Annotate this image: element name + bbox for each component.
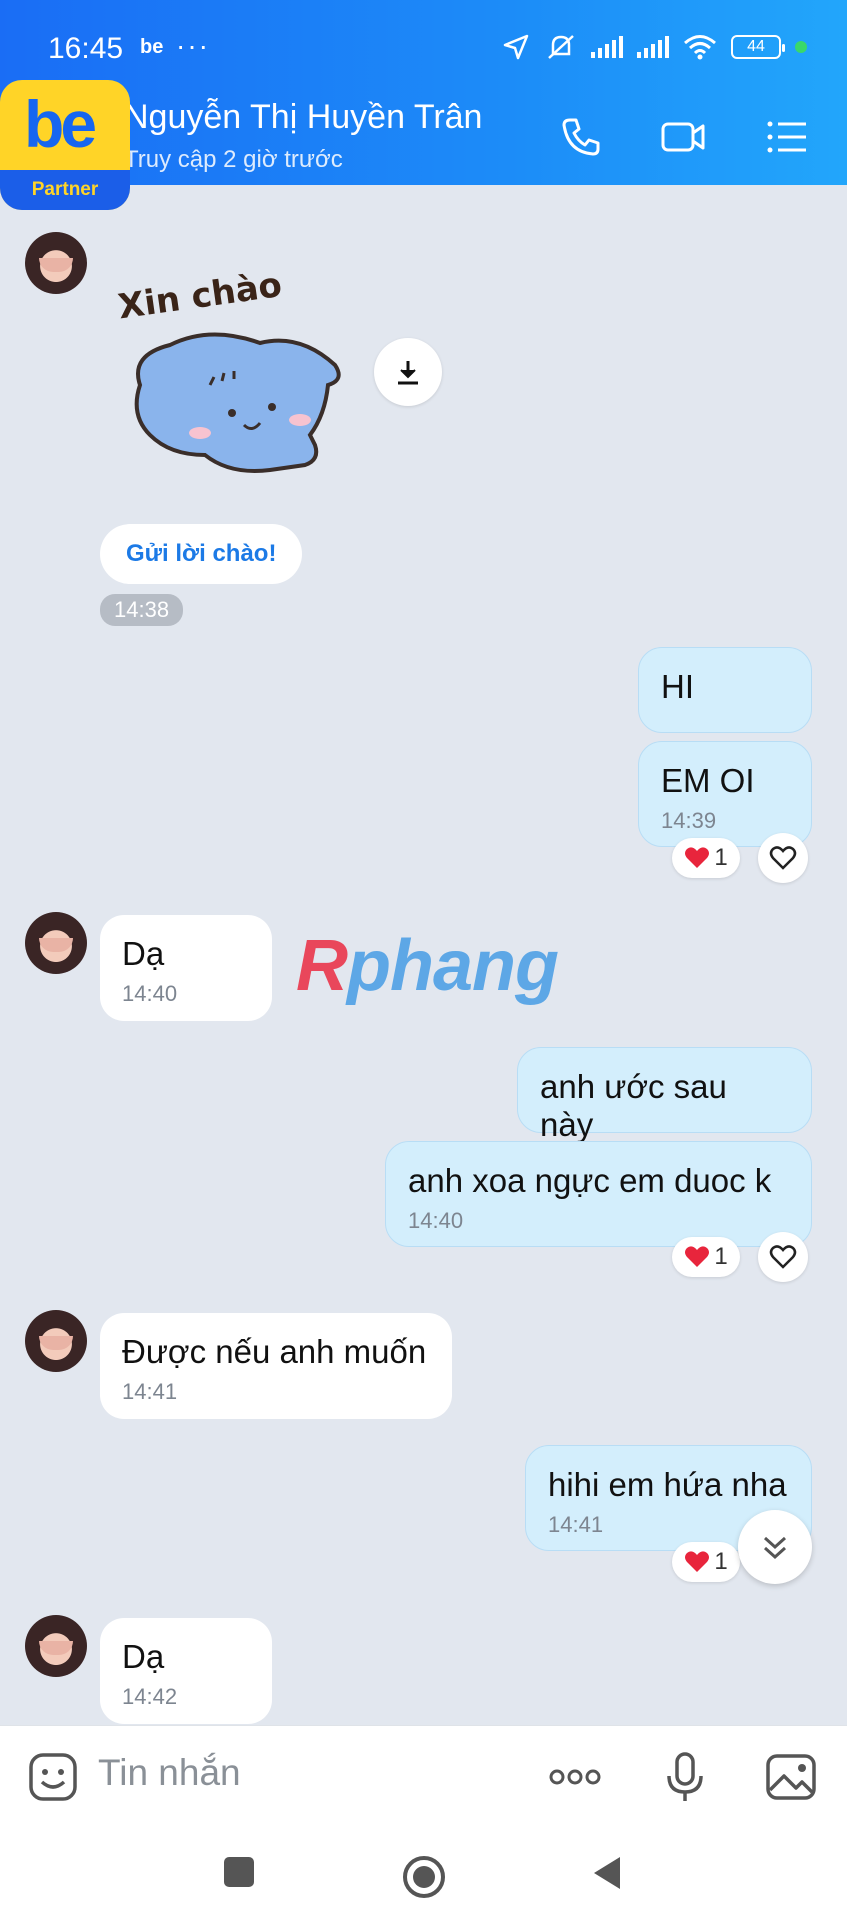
download-button[interactable] [374, 338, 442, 406]
message-text: Dạ [122, 1638, 165, 1675]
message-outgoing[interactable]: EM OI 14:39 [638, 741, 812, 847]
privacy-indicator [795, 41, 807, 53]
reaction-badge[interactable]: 1 [672, 838, 740, 878]
message-input-bar: Tin nhắn [0, 1725, 847, 1825]
phone-call-icon[interactable] [556, 112, 606, 162]
message-outgoing[interactable]: HI [638, 647, 812, 733]
message-text: hihi em hứa nha [548, 1466, 787, 1503]
sticker-hello[interactable]: Xin chào [110, 265, 355, 490]
contact-name[interactable]: Nguyễn Thị Huyền Trân [124, 98, 482, 137]
more-options-icon[interactable] [548, 1750, 602, 1804]
status-time: 16:45 [48, 32, 124, 65]
react-button[interactable] [758, 1232, 808, 1282]
signal-icon-2 [637, 36, 669, 58]
message-text: EM OI [661, 762, 755, 799]
timestamp-pill: 14:38 [100, 594, 184, 626]
back-icon[interactable] [590, 1855, 624, 1891]
home-icon[interactable] [402, 1855, 446, 1899]
message-text: Được nếu anh muốn [122, 1333, 427, 1370]
message-time: 14:42 [122, 1684, 178, 1709]
message-time: 14:41 [122, 1379, 178, 1404]
sticker-icon[interactable] [26, 1750, 80, 1804]
scroll-to-bottom-button[interactable] [738, 1510, 812, 1584]
video-call-icon[interactable] [658, 112, 708, 162]
recent-apps-icon[interactable] [222, 1855, 256, 1889]
watermark-first: R [296, 926, 348, 1006]
heart-outline-icon [769, 1245, 797, 1269]
microphone-icon[interactable] [658, 1750, 712, 1804]
image-gallery-icon[interactable] [764, 1750, 818, 1804]
mute-icon [548, 35, 574, 59]
message-incoming[interactable]: Được nếu anh muốn 14:41 [100, 1313, 452, 1419]
avatar[interactable] [25, 1310, 87, 1372]
message-outgoing[interactable]: anh ước sau này [517, 1047, 812, 1143]
contact-last-seen: Truy cập 2 giờ trước [124, 146, 343, 173]
heart-outline-icon [769, 846, 797, 870]
message-time: 14:40 [408, 1208, 464, 1233]
download-icon [398, 361, 418, 385]
signal-icon [591, 36, 623, 58]
heart-filled-icon [685, 847, 710, 868]
message-text: anh ước sau này [540, 1068, 727, 1143]
menu-icon[interactable] [762, 112, 812, 162]
message-outgoing[interactable]: anh xoa ngực em duoc k 14:40 [385, 1141, 812, 1247]
watermark: Rphang [296, 925, 559, 1007]
message-incoming[interactable]: Dạ 14:40 [100, 915, 272, 1021]
avatar[interactable] [25, 912, 87, 974]
send-greeting-button[interactable]: Gửi lời chào! [100, 524, 303, 584]
message-input[interactable]: Tin nhắn [98, 1752, 241, 1794]
reaction-badge[interactable]: 1 [672, 1542, 740, 1582]
reaction-count: 1 [714, 1243, 728, 1270]
watermark-rest: phang [347, 926, 559, 1006]
battery-icon: 44 [731, 35, 785, 59]
heart-filled-icon [685, 1551, 710, 1572]
double-chevron-down-icon [763, 1536, 787, 1560]
reaction-count: 1 [714, 844, 728, 871]
message-text: HI [661, 668, 694, 705]
reaction-count: 1 [714, 1548, 728, 1575]
system-nav-bar [0, 1825, 847, 1931]
sticker-caption: Xin chào [116, 265, 285, 327]
location-icon [503, 34, 529, 60]
avatar[interactable] [25, 232, 87, 294]
reaction-badge[interactable]: 1 [672, 1237, 740, 1277]
react-button[interactable] [758, 833, 808, 883]
message-text: anh xoa ngực em duoc k [408, 1162, 772, 1199]
wifi-icon [684, 35, 716, 60]
message-time: 14:39 [661, 808, 717, 833]
status-icons: 44 [501, 32, 807, 62]
avatar[interactable] [25, 1615, 87, 1677]
logo-brand: be [24, 87, 97, 161]
chat-area: Xin chào Gửi lời chào! 14:38 HI EM OI 14… [0, 185, 847, 1725]
message-time: 14:40 [122, 981, 178, 1006]
message-text: Dạ [122, 935, 165, 972]
heart-filled-icon [685, 1246, 710, 1267]
message-incoming[interactable]: Dạ 14:42 [100, 1618, 272, 1724]
status-more: ··· [176, 30, 210, 61]
status-app-badge: be [140, 36, 164, 58]
